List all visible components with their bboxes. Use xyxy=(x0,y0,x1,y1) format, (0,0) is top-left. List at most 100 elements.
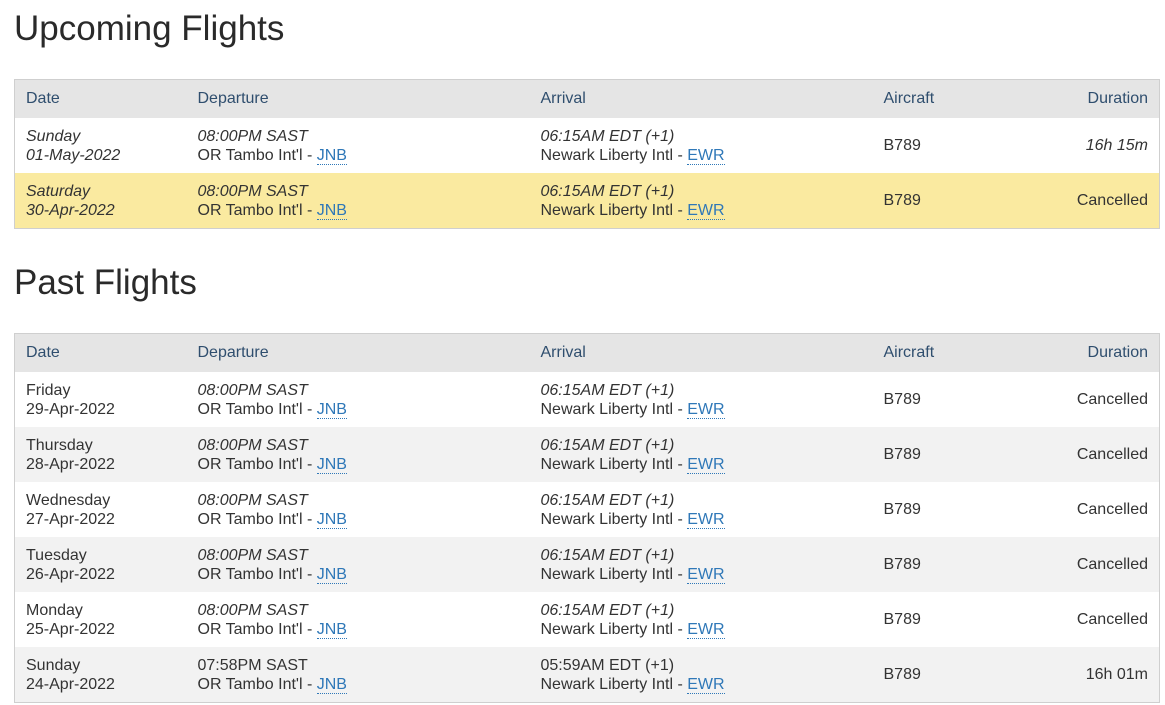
departure-airport: OR Tambo Int'l - xyxy=(197,620,317,638)
duration-cell: Cancelled xyxy=(1076,446,1148,463)
departure-airport-code-link[interactable]: JNB xyxy=(316,620,347,639)
column-header-duration: Duration xyxy=(1087,344,1148,361)
arrival-airport-code-link[interactable]: EWR xyxy=(687,400,725,419)
departure-cell: 08:00PM SAST OR Tambo Int'l - JNB xyxy=(187,427,530,482)
duration-cell: 16h 15m xyxy=(1085,137,1148,154)
flight-date: 30-Apr-2022 xyxy=(26,201,115,219)
column-header-date: Date xyxy=(26,90,60,107)
departure-airport-code-link[interactable]: JNB xyxy=(316,675,347,694)
upcoming-flights-table: Date Departure Arrival Aircraft Duration… xyxy=(14,79,1160,229)
table-header-row: Date Departure Arrival Aircraft Duration xyxy=(14,333,1160,372)
day-name: Monday xyxy=(26,601,83,619)
departure-cell: 08:00PM SAST OR Tambo Int'l - JNB xyxy=(187,118,530,173)
departure-cell: 07:58PM SAST OR Tambo Int'l - JNB xyxy=(187,647,530,703)
arrival-airport: Newark Liberty Intl - xyxy=(540,565,688,583)
table-row: Thursday 28-Apr-2022 08:00PM SAST OR Tambo… xyxy=(14,427,1160,482)
day-name: Saturday xyxy=(26,182,91,200)
column-header-duration: Duration xyxy=(1087,90,1148,107)
arrival-time: 05:59AM EDT (+1) xyxy=(540,656,675,674)
departure-time: 08:00PM SAST xyxy=(197,381,308,399)
arrival-airport: Newark Liberty Intl - xyxy=(540,620,688,638)
arrival-airport-code-link[interactable]: EWR xyxy=(687,675,725,694)
table-row: Monday 25-Apr-2022 08:00PM SAST OR Tambo I… xyxy=(14,592,1160,647)
table-row: Saturday 30-Apr-2022 08:00PM SAST OR Tambo… xyxy=(14,173,1160,229)
flight-date: 28-Apr-2022 xyxy=(26,455,115,473)
departure-cell: 08:00PM SAST OR Tambo Int'l - JNB xyxy=(187,372,530,427)
departure-time: 07:58PM SAST xyxy=(197,656,308,674)
date-cell: Saturday 30-Apr-2022 xyxy=(15,173,187,229)
departure-airport-code-link[interactable]: JNB xyxy=(316,455,347,474)
arrival-time: 06:15AM EDT (+1) xyxy=(540,127,675,145)
table-header-row: Date Departure Arrival Aircraft Duration xyxy=(14,79,1160,118)
departure-airport-code-link[interactable]: JNB xyxy=(316,146,347,165)
departure-airport-code-link[interactable]: JNB xyxy=(316,510,347,529)
arrival-cell: 06:15AM EDT (+1) Newark Liberty Intl - EW… xyxy=(530,482,873,537)
flight-date: 25-Apr-2022 xyxy=(26,620,115,638)
arrival-airport-code-link[interactable]: EWR xyxy=(687,455,725,474)
aircraft-cell: B789 xyxy=(883,192,921,209)
flight-date: 29-Apr-2022 xyxy=(26,400,115,418)
table-row: Sunday 01-May-2022 08:00PM SAST OR Tambo I… xyxy=(14,118,1160,173)
departure-cell: 08:00PM SAST OR Tambo Int'l - JNB xyxy=(187,537,530,592)
arrival-airport: Newark Liberty Intl - xyxy=(540,675,688,693)
departure-airport-code-link[interactable]: JNB xyxy=(316,565,347,584)
departure-airport: OR Tambo Int'l - xyxy=(197,146,317,164)
departure-airport-code-link[interactable]: JNB xyxy=(316,400,347,419)
duration-cell: Cancelled xyxy=(1076,391,1148,408)
column-header-arrival: Arrival xyxy=(540,344,586,361)
arrival-airport: Newark Liberty Intl - xyxy=(540,400,688,418)
aircraft-cell: B789 xyxy=(883,666,921,683)
column-header-aircraft: Aircraft xyxy=(883,90,935,107)
departure-airport: OR Tambo Int'l - xyxy=(197,675,317,693)
departure-time: 08:00PM SAST xyxy=(197,182,308,200)
aircraft-cell: B789 xyxy=(883,137,921,154)
column-header-date: Date xyxy=(26,344,60,361)
arrival-cell: 06:15AM EDT (+1) Newark Liberty Intl - EW… xyxy=(530,372,873,427)
date-cell: Sunday 24-Apr-2022 xyxy=(15,647,187,703)
date-cell: Monday 25-Apr-2022 xyxy=(15,592,187,647)
arrival-airport-code-link[interactable]: EWR xyxy=(687,201,725,220)
duration-cell: Cancelled xyxy=(1076,556,1148,573)
day-name: Thursday xyxy=(26,436,93,454)
table-row: Tuesday 26-Apr-2022 08:00PM SAST OR Tambo … xyxy=(14,537,1160,592)
duration-cell: 16h 01m xyxy=(1085,666,1148,683)
day-name: Sunday xyxy=(26,127,81,145)
arrival-airport: Newark Liberty Intl - xyxy=(540,201,688,219)
date-cell: Friday 29-Apr-2022 xyxy=(15,372,187,427)
arrival-airport-code-link[interactable]: EWR xyxy=(687,146,725,165)
flight-date: 24-Apr-2022 xyxy=(26,675,115,693)
table-row: Sunday 24-Apr-2022 07:58PM SAST OR Tambo I… xyxy=(14,647,1160,703)
upcoming-flights-heading: Upcoming Flights xyxy=(14,9,285,48)
date-cell: Sunday 01-May-2022 xyxy=(15,118,187,173)
arrival-time: 06:15AM EDT (+1) xyxy=(540,601,675,619)
duration-cell: Cancelled xyxy=(1076,501,1148,518)
aircraft-cell: B789 xyxy=(883,611,921,628)
arrival-airport-code-link[interactable]: EWR xyxy=(687,510,725,529)
departure-airport: OR Tambo Int'l - xyxy=(197,400,317,418)
departure-time: 08:00PM SAST xyxy=(197,601,308,619)
arrival-airport-code-link[interactable]: EWR xyxy=(687,620,725,639)
arrival-airport: Newark Liberty Intl - xyxy=(540,510,688,528)
arrival-cell: 06:15AM EDT (+1) Newark Liberty Intl - EW… xyxy=(530,592,873,647)
aircraft-cell: B789 xyxy=(883,391,921,408)
past-flights-table: Date Departure Arrival Aircraft Duration… xyxy=(14,333,1160,703)
departure-cell: 08:00PM SAST OR Tambo Int'l - JNB xyxy=(187,173,530,229)
departure-airport-code-link[interactable]: JNB xyxy=(316,201,347,220)
departure-cell: 08:00PM SAST OR Tambo Int'l - JNB xyxy=(187,592,530,647)
departure-time: 08:00PM SAST xyxy=(197,127,308,145)
aircraft-cell: B789 xyxy=(883,556,921,573)
column-header-arrival: Arrival xyxy=(540,90,586,107)
departure-time: 08:00PM SAST xyxy=(197,436,308,454)
arrival-time: 06:15AM EDT (+1) xyxy=(540,182,675,200)
day-name: Sunday xyxy=(26,656,81,674)
date-cell: Wednesday 27-Apr-2022 xyxy=(15,482,187,537)
aircraft-cell: B789 xyxy=(883,446,921,463)
date-cell: Thursday 28-Apr-2022 xyxy=(15,427,187,482)
arrival-time: 06:15AM EDT (+1) xyxy=(540,491,675,509)
arrival-airport-code-link[interactable]: EWR xyxy=(687,565,725,584)
departure-airport: OR Tambo Int'l - xyxy=(197,201,317,219)
aircraft-cell: B789 xyxy=(883,501,921,518)
departure-airport: OR Tambo Int'l - xyxy=(197,455,317,473)
table-row: Friday 29-Apr-2022 08:00PM SAST OR Tambo I… xyxy=(14,372,1160,427)
date-cell: Tuesday 26-Apr-2022 xyxy=(15,537,187,592)
